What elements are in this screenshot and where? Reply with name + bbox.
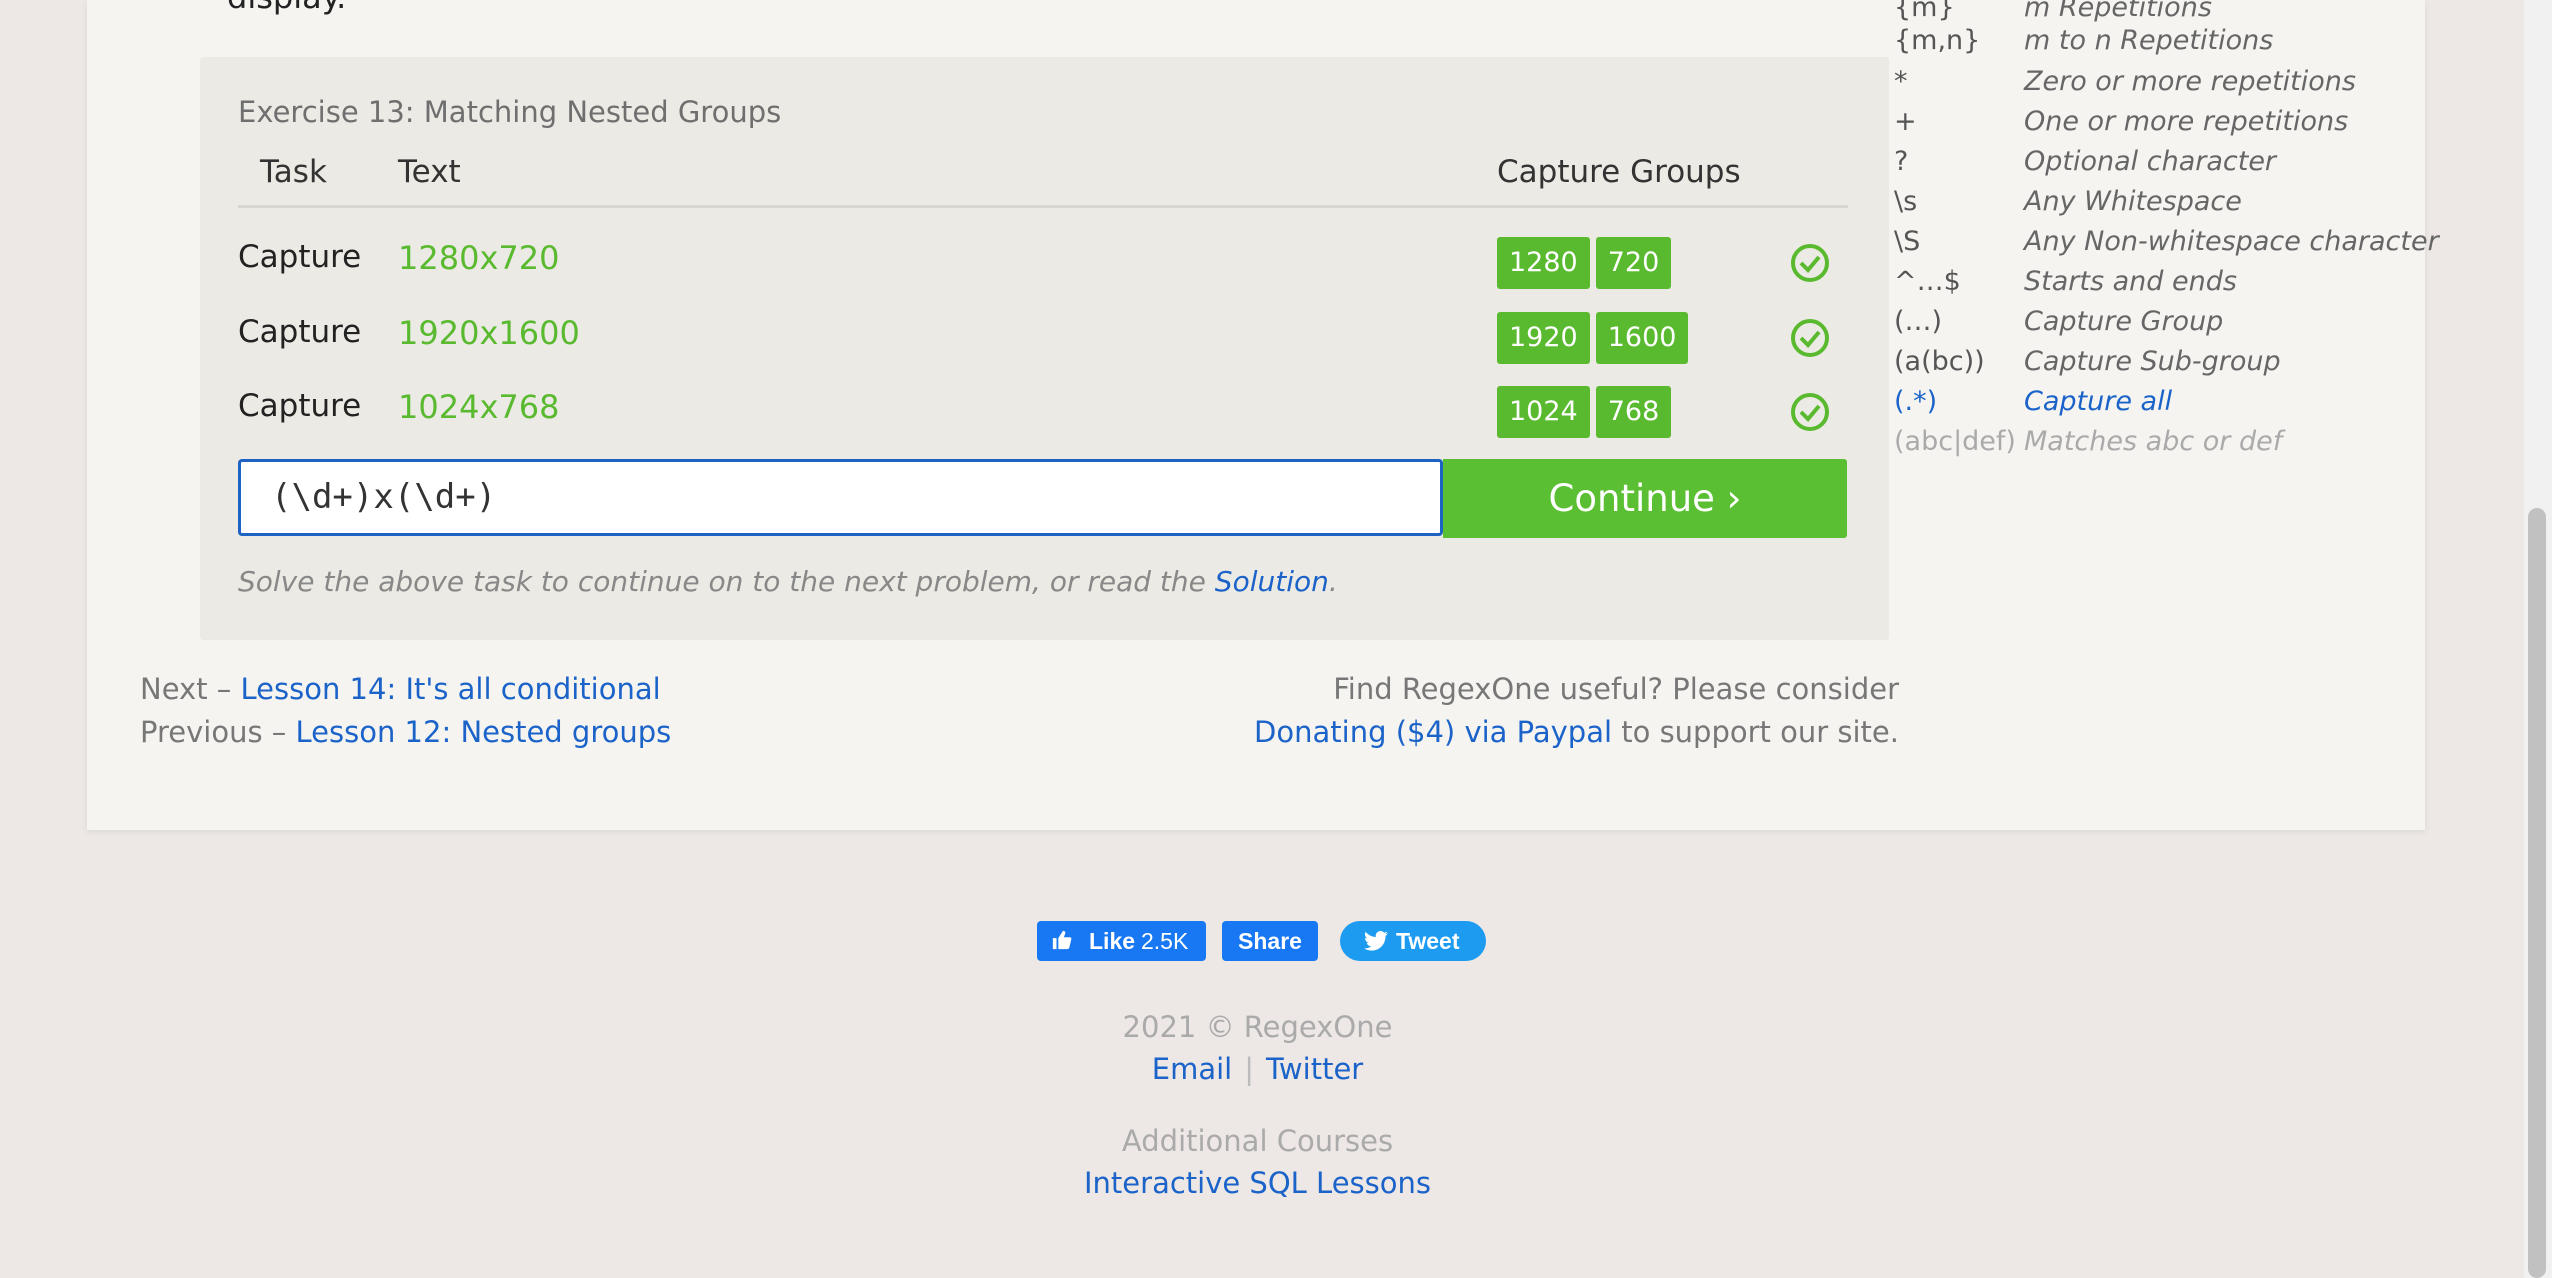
header-text: Text — [398, 154, 461, 190]
facebook-share-button[interactable]: Share — [1222, 921, 1318, 961]
reference-meaning: Any Whitespace — [2024, 186, 2242, 217]
capture-groups: 1024 768 — [1497, 386, 1672, 438]
prev-prefix: Previous – — [140, 715, 296, 749]
hint-suffix: . — [1328, 565, 1338, 598]
capture-groups: 1280 720 — [1497, 237, 1672, 289]
like-count: 2.5K — [1141, 928, 1189, 954]
twitter-link[interactable]: Twitter — [1266, 1052, 1363, 1086]
hint-text: Solve the above task to continue on to t… — [238, 565, 1215, 598]
additional-courses-heading: Additional Courses — [1121, 1124, 1394, 1158]
facebook-like-button[interactable]: Like 2.5K — [1037, 921, 1206, 961]
reference-token: ^…$ — [1894, 266, 1961, 297]
exercise-title: Exercise 13: Matching Nested Groups — [238, 95, 782, 129]
reference-meaning: m to n Repetitions — [2024, 25, 2274, 56]
table-row: Capture 1024x768 1024 768 — [200, 374, 1889, 444]
sql-lessons-footer: Interactive SQL Lessons — [0, 1166, 2515, 1200]
copyright: 2021 © RegexOne — [1122, 1010, 1393, 1044]
reference-meaning: Capture all — [2024, 386, 2173, 417]
scrollbar-thumb[interactable] — [2528, 508, 2546, 1278]
reference-meaning: One or more repetitions — [2024, 106, 2349, 137]
reference-token: ? — [1894, 146, 1909, 177]
capture-groups: 1920 1600 — [1497, 312, 1689, 364]
tweet-label: Tweet — [1396, 928, 1460, 954]
table-header-divider — [238, 205, 1848, 208]
table-row: Capture 1920x1600 1920 1600 — [200, 300, 1889, 370]
header-task: Task — [260, 154, 327, 190]
reference-token: {m} — [1894, 0, 1955, 23]
lesson-text-tail: display. — [227, 0, 346, 16]
footer-separator: | — [1244, 1052, 1255, 1086]
thumbs-up-icon — [1052, 930, 1072, 950]
row-text: 1920x1600 — [398, 314, 580, 352]
reference-token: + — [1894, 106, 1917, 137]
vertical-scrollbar[interactable] — [2524, 0, 2552, 1278]
next-lesson-link[interactable]: Lesson 14: It's all conditional — [241, 672, 661, 706]
reference-token: {m,n} — [1894, 25, 1981, 56]
row-task: Capture — [238, 314, 362, 350]
next-prefix: Next – — [140, 672, 241, 706]
reference-token: * — [1894, 66, 1908, 97]
donate-line: Donating ($4) via Paypal to support our … — [1254, 715, 1899, 749]
capture-badge: 768 — [1595, 386, 1672, 438]
tweet-button[interactable]: Tweet — [1340, 921, 1486, 961]
reference-meaning: Capture Group — [2024, 306, 2224, 337]
reference-token: (.*) — [1894, 386, 1938, 417]
check-icon — [1791, 244, 1829, 282]
capture-badge: 1600 — [1595, 312, 1689, 364]
row-text: 1280x720 — [398, 239, 560, 277]
previous-lesson-link[interactable]: Lesson 12: Nested groups — [296, 715, 672, 749]
continue-button[interactable]: Continue › — [1443, 459, 1847, 538]
donate-link[interactable]: Donating ($4) via Paypal — [1254, 715, 1612, 749]
donate-prompt: Find RegexOne useful? Please consider — [1333, 672, 1899, 706]
solution-link[interactable]: Solution — [1215, 565, 1329, 598]
reference-meaning: Matches abc or def — [2024, 426, 2283, 457]
capture-badge: 1280 — [1497, 237, 1590, 289]
capture-badge: 1920 — [1497, 312, 1590, 364]
reference-token: (…) — [1894, 306, 1943, 337]
email-link[interactable]: Email — [1152, 1052, 1232, 1086]
reference-token: \s — [1894, 186, 1918, 217]
reference-meaning: m Repetitions — [2024, 0, 2212, 23]
row-task: Capture — [238, 239, 362, 275]
check-icon — [1791, 393, 1829, 431]
check-icon — [1791, 319, 1829, 357]
donate-suffix: to support our site. — [1612, 715, 1899, 749]
reference-token: (a(bc)) — [1894, 346, 1985, 377]
header-capture-groups: Capture Groups — [1497, 154, 1741, 190]
exercise-hint: Solve the above task to continue on to t… — [238, 565, 1338, 598]
reference-meaning: Any Non-whitespace character — [2024, 226, 2439, 257]
table-row: Capture 1280x720 1280 720 — [200, 225, 1889, 295]
like-label: Like — [1089, 928, 1136, 954]
reference-meaning: Capture Sub-group — [2024, 346, 2281, 377]
reference-meaning: Starts and ends — [2024, 266, 2237, 297]
footer-links: Email | Twitter — [0, 1052, 2515, 1086]
row-task: Capture — [238, 388, 362, 424]
sql-lessons-link[interactable]: Interactive SQL Lessons — [1084, 1166, 1431, 1200]
reference-token: (abc|def) — [1894, 426, 2016, 457]
capture-badge: 720 — [1595, 237, 1672, 289]
reference-token: \S — [1894, 226, 1921, 257]
regex-answer-input[interactable]: (\d+)x(\d+) — [238, 459, 1443, 536]
reference-meaning: Zero or more repetitions — [2024, 66, 2356, 97]
row-text: 1024x768 — [398, 388, 560, 426]
exercise-panel: Exercise 13: Matching Nested Groups Task… — [200, 57, 1889, 640]
twitter-bird-icon — [1364, 931, 1388, 951]
reference-meaning: Optional character — [2024, 146, 2277, 177]
capture-badge: 1024 — [1497, 386, 1590, 438]
next-lesson: Next – Lesson 14: It's all conditional — [140, 672, 661, 706]
previous-lesson: Previous – Lesson 12: Nested groups — [140, 715, 671, 749]
